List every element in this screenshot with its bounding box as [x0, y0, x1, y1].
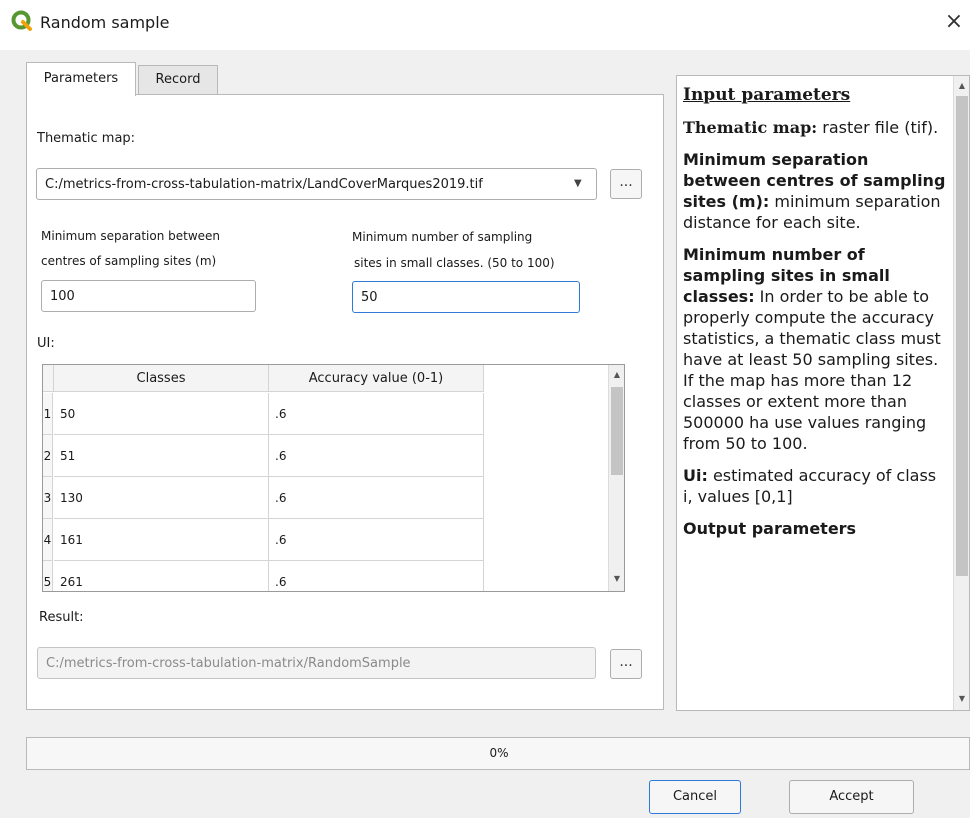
- class-cell[interactable]: 51: [54, 435, 269, 477]
- qgis-logo-icon: [11, 10, 32, 31]
- row-number: 1: [43, 393, 53, 435]
- window-title: Random sample: [40, 13, 170, 32]
- chevron-down-icon[interactable]: ▼: [574, 178, 582, 189]
- close-button[interactable]: ×: [940, 8, 968, 36]
- column-header-accuracy[interactable]: Accuracy value (0-1): [269, 365, 484, 392]
- table-row[interactable]: 2 51 .6: [43, 435, 484, 477]
- thematic-map-combobox[interactable]: C:/metrics-from-cross-tabulation-matrix/…: [36, 168, 597, 200]
- help-min-separation: Minimum separation between centres of sa…: [683, 149, 948, 233]
- row-number: 3: [43, 477, 53, 519]
- accuracy-cell[interactable]: .6: [269, 561, 484, 591]
- row-number: 5: [43, 561, 53, 591]
- accuracy-cell[interactable]: .6: [269, 435, 484, 477]
- thematic-map-label: Thematic map:: [37, 131, 136, 146]
- min-sites-label-line2: sites in small classes. (50 to 100): [354, 256, 555, 270]
- min-separation-input[interactable]: [41, 280, 256, 312]
- scroll-thumb[interactable]: [611, 387, 623, 475]
- min-sites-label-line1: Minimum number of sampling: [352, 230, 533, 244]
- result-path-input[interactable]: [37, 647, 596, 679]
- help-ui: Ui: estimated accuracy of class i, value…: [683, 465, 948, 507]
- accept-button[interactable]: Accept: [789, 780, 914, 814]
- class-cell[interactable]: 161: [54, 519, 269, 561]
- cancel-button[interactable]: Cancel: [649, 780, 741, 814]
- help-desc: In order to be able to properly compute …: [683, 287, 941, 453]
- help-desc: estimated accuracy of class i, values [0…: [683, 466, 937, 506]
- help-term: Ui:: [683, 466, 708, 485]
- row-number: 4: [43, 519, 53, 561]
- table-row[interactable]: 5 261 .6: [43, 561, 484, 591]
- scroll-thumb[interactable]: [956, 96, 968, 576]
- accuracy-cell[interactable]: .6: [269, 519, 484, 561]
- scroll-up-icon[interactable]: ▲: [609, 367, 624, 383]
- min-separation-label-line2: centres of sampling sites (m): [41, 254, 217, 268]
- help-thematic-map: Thematic map: raster file (tif).: [683, 117, 948, 138]
- table-row[interactable]: 4 161 .6: [43, 519, 484, 561]
- class-cell[interactable]: 130: [54, 477, 269, 519]
- help-panel: Input parameters Thematic map: raster fi…: [676, 75, 970, 711]
- help-term: Output parameters: [683, 519, 857, 538]
- ui-label: UI:: [37, 336, 55, 351]
- browse-thematic-map-button[interactable]: ...: [610, 169, 642, 199]
- help-scrollbar[interactable]: ▲ ▼: [953, 76, 969, 710]
- column-header-classes[interactable]: Classes: [54, 365, 269, 392]
- class-cell[interactable]: 50: [54, 393, 269, 435]
- ui-table: Classes Accuracy value (0-1) 1 50 .6 2 5…: [42, 364, 625, 592]
- scroll-down-icon[interactable]: ▼: [954, 691, 969, 707]
- help-desc: raster file (tif).: [817, 118, 939, 137]
- title-bar: Random sample ×: [0, 0, 970, 50]
- scroll-down-icon[interactable]: ▼: [609, 571, 624, 587]
- table-row[interactable]: 3 130 .6: [43, 477, 484, 519]
- table-row[interactable]: 1 50 .6: [43, 393, 484, 435]
- progress-text: 0%: [489, 746, 509, 760]
- min-separation-label-line1: Minimum separation between: [41, 229, 221, 243]
- tab-record[interactable]: Record: [138, 65, 218, 95]
- help-heading: Input parameters: [683, 85, 851, 105]
- help-min-number: Minimum number of sampling sites in smal…: [683, 244, 948, 454]
- result-label: Result:: [39, 610, 84, 625]
- table-header: Classes Accuracy value (0-1): [43, 365, 484, 392]
- row-number: 2: [43, 435, 53, 477]
- thematic-map-value: C:/metrics-from-cross-tabulation-matrix/…: [45, 177, 483, 192]
- table-scrollbar[interactable]: ▲ ▼: [608, 365, 624, 591]
- help-content: Input parameters Thematic map: raster fi…: [683, 85, 948, 550]
- help-term: Thematic map:: [683, 118, 818, 137]
- help-output: Output parameters: [683, 518, 948, 539]
- progress-bar: 0%: [26, 737, 970, 770]
- accuracy-cell[interactable]: .6: [269, 477, 484, 519]
- header-corner: [43, 365, 54, 392]
- min-sites-input[interactable]: [352, 281, 580, 313]
- scroll-up-icon[interactable]: ▲: [954, 78, 969, 94]
- browse-result-button[interactable]: ...: [610, 649, 642, 679]
- accuracy-cell[interactable]: .6: [269, 393, 484, 435]
- tab-parameters[interactable]: Parameters: [26, 62, 136, 96]
- class-cell[interactable]: 261: [54, 561, 269, 591]
